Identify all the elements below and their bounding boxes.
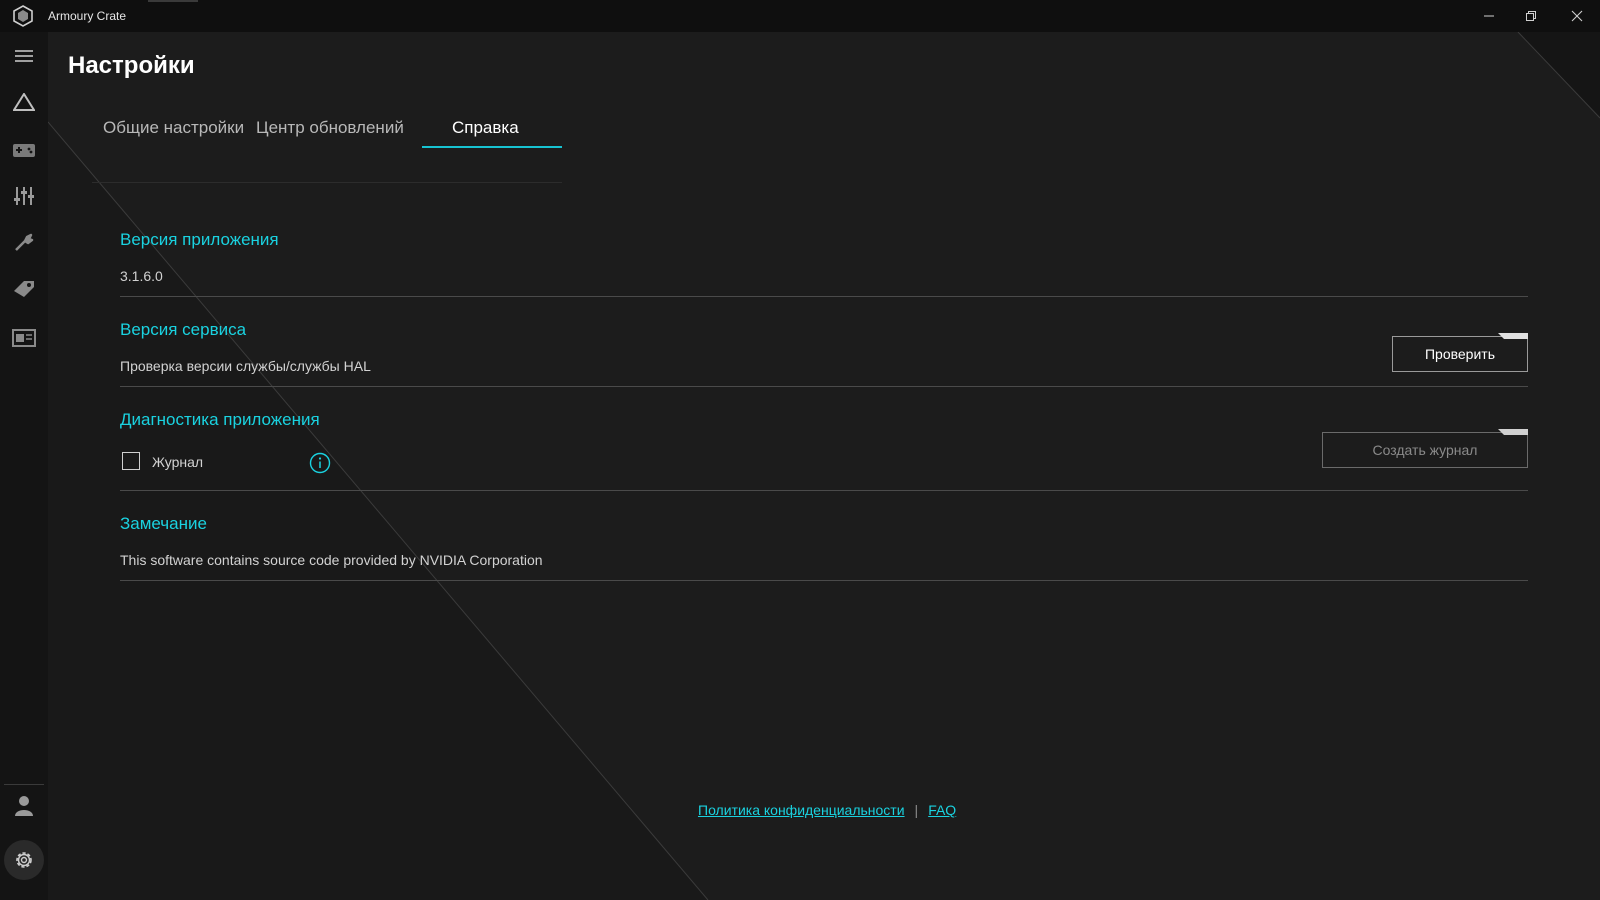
hamburger-menu-icon bbox=[15, 50, 33, 62]
sidebar-item-news[interactable] bbox=[10, 324, 38, 352]
close-icon bbox=[1571, 10, 1583, 22]
sidebar bbox=[0, 32, 48, 900]
tab-help[interactable]: Справка bbox=[452, 118, 519, 138]
section-app-version: Версия приложения 3.1.6.0 bbox=[120, 230, 1528, 320]
button-corner-accent bbox=[1498, 333, 1528, 339]
app-logo-icon bbox=[13, 5, 33, 27]
section-divider bbox=[120, 490, 1528, 491]
footer-links: Политика конфиденциальности | FAQ bbox=[698, 802, 956, 818]
journal-checkbox[interactable] bbox=[122, 452, 140, 470]
main-content: Настройки Общие настройки Центр обновлен… bbox=[48, 32, 1600, 900]
gear-icon bbox=[16, 852, 32, 868]
user-icon bbox=[15, 796, 33, 816]
sidebar-divider bbox=[4, 784, 44, 785]
notice-text: This software contains source code provi… bbox=[120, 552, 543, 568]
sidebar-item-user[interactable] bbox=[10, 792, 38, 820]
create-log-button-label: Создать журнал bbox=[1372, 442, 1478, 458]
tab-update-center[interactable]: Центр обновлений bbox=[256, 118, 404, 138]
sidebar-menu-button[interactable] bbox=[10, 42, 38, 70]
service-version-desc: Проверка версии службы/службы HAL bbox=[120, 358, 371, 374]
footer-separator: | bbox=[914, 802, 919, 818]
gamepad-icon bbox=[13, 144, 35, 157]
faq-link[interactable]: FAQ bbox=[928, 802, 956, 818]
active-tab-indicator bbox=[422, 146, 562, 148]
section-diagnostics: Диагностика приложения Журнал bbox=[120, 410, 1528, 514]
tag-icon bbox=[14, 281, 34, 297]
check-button[interactable]: Проверить bbox=[1392, 333, 1528, 372]
sliders-icon bbox=[14, 187, 34, 205]
title-bar: Armoury Crate bbox=[0, 0, 1600, 32]
tab-general-settings[interactable]: Общие настройки bbox=[103, 118, 244, 138]
page-title: Настройки bbox=[68, 52, 195, 79]
minimize-button[interactable] bbox=[1466, 0, 1512, 32]
close-button[interactable] bbox=[1554, 0, 1600, 32]
section-heading: Версия сервиса bbox=[120, 320, 247, 339]
journal-checkbox-label: Журнал bbox=[152, 454, 204, 470]
section-heading: Замечание bbox=[120, 514, 207, 533]
app-version-value: 3.1.6.0 bbox=[120, 268, 163, 284]
sidebar-item-system[interactable] bbox=[10, 182, 38, 210]
wrench-icon bbox=[15, 233, 34, 251]
sidebar-item-settings[interactable] bbox=[4, 840, 44, 880]
sidebar-item-device[interactable] bbox=[10, 136, 38, 164]
button-corner-accent bbox=[1498, 429, 1528, 435]
check-button-label: Проверить bbox=[1424, 346, 1495, 362]
section-heading: Версия приложения bbox=[120, 230, 279, 249]
create-log-button[interactable]: Создать журнал bbox=[1322, 429, 1528, 468]
restore-icon bbox=[1526, 11, 1536, 21]
sidebar-item-home[interactable] bbox=[10, 88, 38, 116]
section-notice: Замечание This software contains source … bbox=[120, 514, 1528, 604]
sidebar-item-tools[interactable] bbox=[10, 228, 38, 256]
section-divider bbox=[120, 580, 1528, 581]
section-heading: Диагностика приложения bbox=[120, 410, 320, 429]
section-divider bbox=[120, 296, 1528, 297]
info-icon[interactable] bbox=[309, 452, 331, 474]
minimize-icon bbox=[1484, 15, 1494, 17]
restore-button[interactable] bbox=[1508, 0, 1554, 32]
privacy-policy-link[interactable]: Политика конфиденциальности bbox=[698, 802, 905, 818]
section-service-version: Версия сервиса Проверка версии службы/сл… bbox=[120, 320, 1528, 410]
sidebar-item-deals[interactable] bbox=[10, 276, 38, 304]
app-title: Armoury Crate bbox=[48, 9, 127, 23]
news-icon bbox=[12, 329, 36, 347]
tab-baseline bbox=[92, 182, 562, 183]
rog-triangle-icon bbox=[13, 93, 35, 111]
title-bar-accent bbox=[148, 0, 198, 2]
section-divider bbox=[120, 386, 1528, 387]
